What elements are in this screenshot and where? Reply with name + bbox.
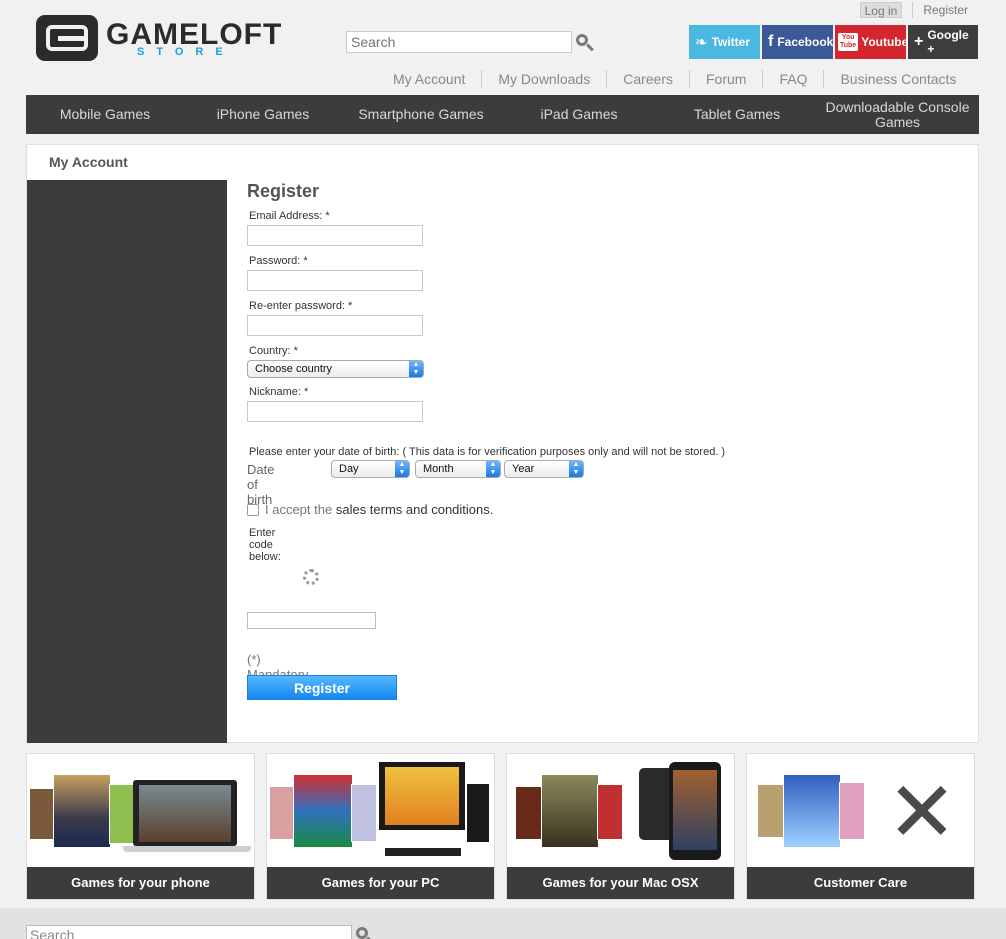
sales-terms-link[interactable]: sales terms and conditions.	[336, 502, 494, 517]
twitter-icon: ❧	[695, 33, 708, 51]
phone-games-image	[27, 754, 254, 868]
youtube-icon: You Tube	[838, 33, 859, 51]
footer-search-icon[interactable]	[356, 927, 374, 939]
sidebar	[27, 180, 227, 743]
promo-customer-care-label: Customer Care	[747, 867, 974, 899]
nav-my-downloads[interactable]: My Downloads	[482, 70, 608, 88]
secondary-nav: My Account My Downloads Careers Forum FA…	[377, 70, 972, 88]
facebook-icon: f	[768, 33, 774, 50]
twitter-button[interactable]: ❧ Twitter	[689, 25, 760, 59]
register-button[interactable]: Register	[247, 675, 397, 700]
nav-smartphone-games[interactable]: Smartphone Games	[342, 95, 500, 134]
month-select[interactable]: Month ▲ ▼	[415, 460, 501, 478]
nav-faq[interactable]: FAQ	[763, 70, 825, 88]
promo-pc[interactable]: Games for your PC	[266, 753, 495, 900]
reenter-password-label: Re-enter password: *	[249, 300, 353, 312]
account-panel: My Account Register Email Address: * Pas…	[26, 144, 979, 743]
panel-title: My Account	[49, 154, 128, 170]
captcha-field[interactable]	[247, 612, 376, 629]
country-label: Country: *	[249, 345, 298, 357]
register-link[interactable]: Register	[913, 2, 978, 18]
promo-mac[interactable]: Games for your Mac OSX	[506, 753, 735, 900]
country-select[interactable]: Choose country ▲ ▼	[247, 360, 424, 378]
gameloft-logo[interactable]: GAMELOFT STORE	[36, 15, 281, 61]
nav-careers[interactable]: Careers	[607, 70, 690, 88]
promo-phone-label: Games for your phone	[27, 867, 254, 899]
reenter-password-field[interactable]	[247, 315, 423, 336]
nav-iphone-games[interactable]: iPhone Games	[184, 95, 342, 134]
email-label: Email Address: *	[249, 210, 330, 222]
select-arrows-icon: ▲ ▼	[409, 361, 423, 377]
nav-my-account[interactable]: My Account	[377, 70, 483, 88]
day-select[interactable]: Day ▲ ▼	[331, 460, 410, 478]
google-plus-button[interactable]: + Google +	[908, 25, 978, 59]
captcha-label: Enter code below:	[249, 527, 281, 563]
search-input[interactable]	[346, 31, 572, 53]
select-arrows-icon: ▲ ▼	[486, 461, 500, 477]
nav-console-games[interactable]: Downloadable Console Games	[816, 95, 979, 134]
nickname-field[interactable]	[247, 401, 423, 422]
youtube-button[interactable]: You Tube Youtube	[835, 25, 909, 59]
promo-pc-label: Games for your PC	[267, 867, 494, 899]
nav-tablet-games[interactable]: Tablet Games	[658, 95, 816, 134]
select-arrows-icon: ▲ ▼	[569, 461, 583, 477]
password-label: Password: *	[249, 255, 308, 267]
main-nav: Mobile Games iPhone Games Smartphone Gam…	[26, 95, 979, 134]
password-field[interactable]	[247, 270, 423, 291]
year-select-value: Year	[512, 463, 535, 475]
facebook-label: Facebook	[777, 35, 834, 49]
promo-mac-label: Games for your Mac OSX	[507, 867, 734, 899]
accept-terms-text: I accept the sales terms and conditions.	[265, 502, 493, 517]
nav-ipad-games[interactable]: iPad Games	[500, 95, 658, 134]
nav-business-contacts[interactable]: Business Contacts	[824, 70, 972, 88]
account-links: Log in Register	[859, 2, 978, 18]
logo-sub: STORE	[137, 46, 235, 58]
accept-terms-checkbox[interactable]	[247, 504, 259, 516]
nickname-label: Nickname: *	[249, 386, 309, 398]
promo-customer-care[interactable]: ✕ Customer Care	[746, 753, 975, 900]
nav-mobile-games[interactable]: Mobile Games	[26, 95, 184, 134]
tools-icon: ✕	[886, 763, 958, 861]
nav-forum[interactable]: Forum	[690, 70, 764, 88]
loading-spinner-icon	[303, 569, 319, 585]
customer-care-image: ✕	[747, 754, 974, 868]
login-link[interactable]: Log in	[859, 2, 903, 18]
youtube-label: Youtube	[861, 35, 909, 49]
form-title: Register	[247, 181, 320, 201]
day-select-value: Day	[339, 463, 359, 475]
search-icon[interactable]	[576, 34, 594, 52]
select-arrows-icon: ▲ ▼	[395, 461, 409, 477]
facebook-button[interactable]: f Facebook	[762, 25, 833, 59]
logo-mark	[36, 15, 98, 61]
mac-games-image	[507, 754, 734, 868]
dob-note: Please enter your date of birth: ( This …	[249, 446, 726, 458]
plus-icon: +	[914, 33, 924, 50]
country-select-value: Choose country	[255, 363, 333, 375]
twitter-label: Twitter	[711, 35, 751, 49]
pc-games-image	[267, 754, 494, 868]
email-field[interactable]	[247, 225, 423, 246]
promo-phone[interactable]: Games for your phone	[26, 753, 255, 900]
google-plus-label: Google +	[927, 28, 969, 56]
footer: Search	[0, 908, 1006, 939]
accept-prefix: I accept the	[265, 502, 333, 517]
year-select[interactable]: Year ▲ ▼	[504, 460, 584, 478]
footer-search-input[interactable]: Search	[26, 925, 352, 939]
month-select-value: Month	[423, 463, 454, 475]
